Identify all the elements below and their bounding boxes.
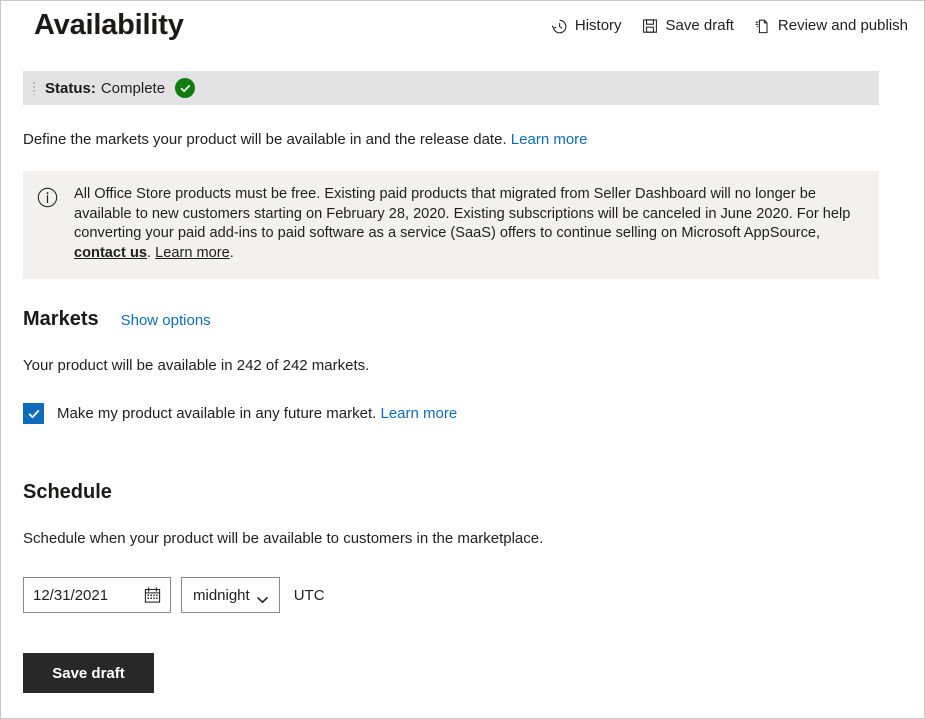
info-icon bbox=[37, 187, 58, 208]
schedule-description: Schedule when your product will be avail… bbox=[23, 530, 544, 547]
markets-section-header: Markets Show options bbox=[23, 307, 924, 331]
history-button[interactable]: History bbox=[551, 17, 622, 35]
status-value: Complete bbox=[100, 79, 166, 97]
header-actions: History Save draft Review and publish bbox=[551, 17, 908, 35]
review-and-publish-button[interactable]: Review and publish bbox=[754, 17, 908, 35]
page-header: Availability History Save draft Review a… bbox=[1, 1, 924, 53]
release-date-input[interactable]: 12/31/2021 bbox=[23, 577, 171, 613]
check-circle-icon bbox=[175, 78, 196, 98]
schedule-section-header: Schedule bbox=[23, 480, 924, 504]
availability-page: Availability History Save draft Review a… bbox=[0, 0, 925, 719]
release-time-value: midnight bbox=[193, 586, 250, 604]
notice-end: . bbox=[229, 244, 234, 261]
schedule-controls: 12/31/2021 midnight UTC bbox=[23, 577, 924, 613]
future-market-checkbox-row[interactable]: Make my product available in any future … bbox=[23, 403, 924, 424]
save-draft-button[interactable]: Save draft bbox=[23, 653, 154, 693]
intro-learn-more-link[interactable]: Learn more bbox=[511, 131, 588, 148]
release-date-value: 12/31/2021 bbox=[33, 586, 109, 604]
info-notice: All Office Store products must be free. … bbox=[23, 171, 879, 279]
save-draft-header-label: Save draft bbox=[665, 17, 734, 34]
publish-icon bbox=[754, 18, 771, 35]
notice-separator: . bbox=[146, 244, 152, 261]
notice-learn-more-link[interactable]: Learn more bbox=[155, 245, 230, 261]
history-icon bbox=[551, 18, 568, 35]
status-bar: Status: Complete bbox=[23, 71, 879, 105]
markets-summary: Your product will be available in 242 of… bbox=[23, 357, 370, 374]
chevron-down-icon bbox=[256, 591, 268, 603]
notice-body: All Office Store products must be free. … bbox=[74, 186, 851, 241]
intro-text: Define the markets your product will be … bbox=[23, 130, 924, 150]
review-and-publish-label: Review and publish bbox=[777, 17, 908, 34]
future-market-checkbox[interactable] bbox=[23, 403, 44, 424]
save-draft-header-button[interactable]: Save draft bbox=[642, 17, 734, 35]
schedule-title: Schedule bbox=[23, 481, 112, 503]
timezone-label: UTC bbox=[293, 586, 325, 604]
future-market-checkbox-label: Make my product available in any future … bbox=[57, 404, 457, 424]
release-time-select[interactable]: midnight bbox=[181, 577, 280, 613]
calendar-icon[interactable] bbox=[144, 587, 161, 604]
page-title: Availability bbox=[34, 9, 184, 41]
future-market-learn-more-link[interactable]: Learn more bbox=[381, 405, 458, 422]
info-notice-text: All Office Store products must be free. … bbox=[74, 185, 863, 263]
show-options-link[interactable]: Show options bbox=[121, 312, 211, 329]
intro-sentence: Define the markets your product will be … bbox=[23, 131, 507, 148]
future-market-text: Make my product available in any future … bbox=[57, 404, 377, 422]
contact-us-link[interactable]: contact us bbox=[74, 245, 147, 261]
markets-title: Markets bbox=[23, 308, 99, 330]
history-label: History bbox=[574, 17, 622, 34]
save-icon bbox=[642, 18, 659, 35]
status-label: Status: bbox=[45, 79, 96, 97]
drag-grip-icon bbox=[33, 81, 35, 95]
